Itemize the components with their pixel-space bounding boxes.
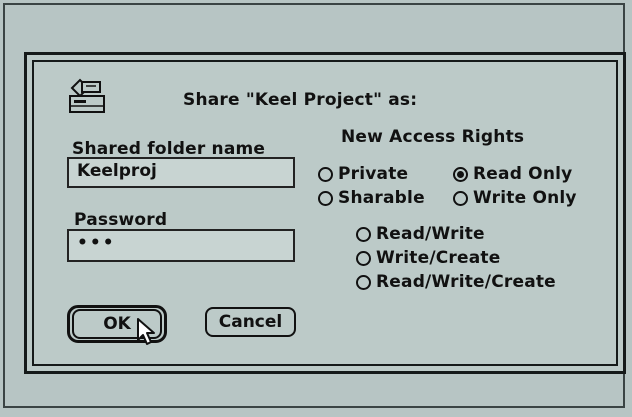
radio-label: Write Only (473, 188, 577, 208)
mouse-pointer-icon (137, 318, 155, 345)
radio-circle-icon (318, 190, 333, 206)
radio-label: Private (338, 164, 409, 184)
shared-folder-label: Shared folder name (72, 139, 266, 159)
radio-label: Read/Write/Create (376, 272, 556, 292)
radio-circle-icon (453, 190, 468, 206)
password-field[interactable]: ••• (67, 229, 295, 262)
access-rights-title: New Access Rights (341, 127, 525, 147)
radio-circle-icon (356, 250, 371, 266)
radio-read-write-create[interactable]: Read/Write/Create (356, 272, 556, 292)
dialog-title: Share "Keel Project" as: (183, 90, 418, 110)
radio-circle-icon (356, 226, 371, 242)
shared-folder-name-field[interactable]: Keelproj (67, 157, 295, 188)
radio-private[interactable]: Private (318, 164, 408, 184)
radio-label: Write/Create (376, 248, 501, 268)
radio-circle-icon (356, 274, 371, 290)
radio-circle-icon (318, 166, 333, 182)
radio-sharable[interactable]: Sharable (318, 188, 425, 208)
radio-write-only[interactable]: Write Only (453, 188, 577, 208)
radio-read-only[interactable]: Read Only (453, 164, 572, 184)
radio-label: Read/Write (376, 224, 485, 244)
radio-selected-icon (453, 166, 468, 182)
password-label: Password (74, 210, 168, 230)
radio-write-create[interactable]: Write/Create (356, 248, 500, 268)
radio-read-write[interactable]: Read/Write (356, 224, 485, 244)
cancel-button[interactable]: Cancel (205, 307, 296, 337)
radio-label: Read Only (473, 164, 573, 184)
radio-label: Sharable (338, 188, 425, 208)
share-folder-icon (69, 78, 105, 113)
